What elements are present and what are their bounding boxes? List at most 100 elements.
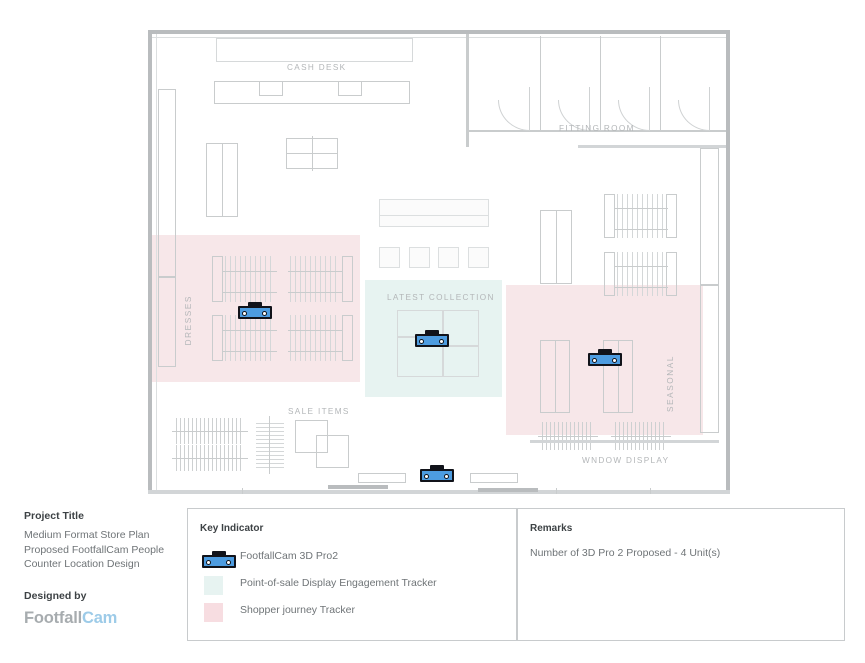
remarks-body: Number of 3D Pro 2 Proposed - 4 Unit(s) (530, 547, 834, 559)
fixture-wall-unit-right-lower (700, 285, 719, 433)
rack-rail-sale-1 (172, 431, 248, 432)
camera-3d-pro2-dresses[interactable] (238, 302, 272, 319)
entrance-threshold-left (328, 485, 388, 489)
rack-rail-dresses-4b (288, 351, 342, 352)
fixture-center-display-long (379, 199, 489, 227)
label-sale-items: SALE ITEMS (288, 407, 350, 416)
rack-rail-sale-2 (172, 458, 248, 459)
remarks-panel: Remarks Number of 3D Pro 2 Proposed - 4 … (517, 508, 845, 641)
wall-left-inner-line (156, 34, 157, 490)
garment-hatch-dresses-2 (290, 256, 340, 302)
camera-lens-right-icon (262, 310, 267, 316)
legend-item-camera: FootfallCam 3D Pro2 (200, 547, 506, 571)
fixture-cash-desk (214, 81, 410, 104)
entrance-mullion-1 (242, 488, 243, 494)
teal-swatch-icon (204, 576, 223, 595)
wall-left (148, 30, 152, 494)
project-title-text: Medium Format Store Plan Proposed Footfa… (24, 529, 165, 570)
fixture-rack-end-dresses-2 (342, 256, 353, 302)
garment-hatch-right-2 (617, 252, 666, 296)
fixture-display-cube-2 (409, 247, 430, 268)
wall-top (148, 30, 730, 34)
wall-bottom (148, 490, 730, 494)
fixture-cash-desk-till-1 (259, 81, 283, 96)
label-cash-desk: CASH DESK (287, 63, 347, 72)
camera-lens-left-icon (206, 559, 211, 565)
plan-canvas: CASH DESK FITTING ROOM DRESSES LATEST CO… (148, 30, 730, 494)
garment-hatch-sale-round (256, 422, 284, 468)
pink-swatch-icon (204, 603, 223, 622)
camera-lens-left-icon (424, 473, 429, 479)
fixture-back-counter (216, 38, 413, 62)
camera-3d-pro2-icon (202, 551, 236, 568)
rack-post-sale-round (269, 416, 270, 474)
camera-lens-right-icon (439, 338, 444, 344)
rack-rail-right-2b (615, 287, 668, 288)
rack-rail-seasonal-2 (611, 436, 671, 437)
garment-hatch-right-1 (617, 194, 666, 238)
fixture-seasonal-gondola-1-divider (555, 341, 556, 412)
legend-label-pos-engagement: Point-of-sale Display Engagement Tracker (240, 577, 437, 589)
fixture-rack-end-right-2b (666, 252, 677, 296)
project-title-heading: Project Title (24, 510, 84, 522)
fixture-rack-end-right-2a (604, 252, 615, 296)
entrance-threshold-right (478, 488, 538, 492)
label-window-display: WNDOW DISPLAY (582, 456, 670, 465)
rack-rail-dresses-2a (288, 271, 342, 272)
fixture-gondola-left-divider (222, 144, 223, 216)
logo-text-footfall: Footfall (24, 608, 82, 627)
garment-hatch-dresses-1 (225, 256, 275, 302)
entrance-door-panel-left (358, 473, 406, 483)
store-floor-plan: CASH DESK FITTING ROOM DRESSES LATEST CO… (148, 30, 730, 494)
camera-lens-left-icon (592, 357, 597, 363)
legend-label-shopper-journey: Shopper journey Tracker (240, 604, 355, 616)
garment-hatch-dresses-4 (290, 315, 340, 361)
fixture-lc-table-4 (443, 346, 479, 377)
legend-item-pos-engagement: Point-of-sale Display Engagement Tracker (200, 574, 506, 598)
rack-rail-dresses-1a (223, 271, 277, 272)
footfallcam-logo: FootfallCam (24, 609, 184, 628)
key-indicator-list: FootfallCam 3D Pro2 Point-of-sale Displa… (200, 547, 506, 628)
key-indicator-panel: Key Indicator FootfallCam 3D Pro2 Point-… (187, 508, 517, 641)
camera-3d-pro2-seasonal[interactable] (588, 349, 622, 366)
designed-by-heading: Designed by (24, 589, 87, 602)
camera-3d-pro2-latest-collection[interactable] (415, 330, 449, 347)
floorplan-document: CASH DESK FITTING ROOM DRESSES LATEST CO… (0, 0, 865, 663)
label-latest-collection: LATEST COLLECTION (387, 293, 495, 302)
rack-rail-dresses-1b (223, 292, 277, 293)
window-display-wall (530, 440, 719, 443)
fixture-rack-end-dresses-4 (342, 315, 353, 361)
garment-hatch-dresses-3 (225, 315, 275, 361)
label-fitting-room: FITTING ROOM (559, 124, 635, 133)
remarks-heading: Remarks (530, 523, 573, 534)
fixture-wall-unit-left-lower (158, 277, 176, 367)
logo-text-cam: Cam (81, 608, 118, 627)
fixture-center-table-divider (312, 136, 313, 171)
fixture-wall-unit-right (700, 148, 719, 285)
rack-rail-right-2a (615, 266, 668, 267)
rack-rail-dresses-2b (288, 292, 342, 293)
fixture-center-display-split (380, 215, 488, 216)
fitting-room-divider-1 (540, 36, 541, 132)
fixture-display-cube-3 (438, 247, 459, 268)
legend-label-camera: FootfallCam 3D Pro2 (240, 550, 339, 562)
legend-item-shopper-journey: Shopper journey Tracker (200, 601, 506, 625)
fitting-room-divider-3 (660, 36, 661, 132)
fixture-sale-table-2 (316, 435, 349, 468)
entrance-door-panel-right (470, 473, 518, 483)
rack-rail-dresses-4a (288, 330, 342, 331)
fixture-rack-end-right-1a (604, 194, 615, 238)
rack-rail-dresses-3a (223, 330, 277, 331)
fixture-cash-desk-till-2 (338, 81, 362, 96)
fixture-wall-unit-left (158, 89, 176, 277)
fixture-rack-end-dresses-1 (212, 256, 223, 302)
label-dresses: DRESSES (184, 295, 193, 346)
fixture-display-cube-4 (468, 247, 489, 268)
rack-rail-right-1b (615, 229, 668, 230)
fitting-door-arc-1 (498, 100, 530, 131)
rack-rail-right-1a (615, 208, 668, 209)
fixture-gondola-right-upper-divider (556, 211, 557, 283)
camera-3d-pro2-entrance[interactable] (420, 465, 454, 482)
fitting-door-arc-4 (678, 100, 710, 131)
camera-lens-left-icon (419, 338, 424, 344)
